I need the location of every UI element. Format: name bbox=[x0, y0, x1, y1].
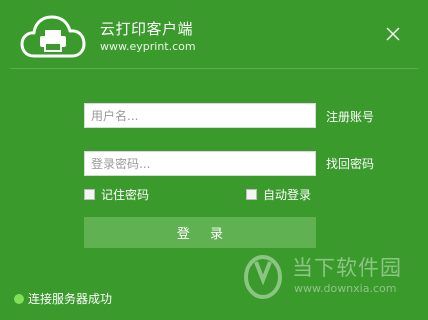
auto-login-checkbox[interactable]: 自动登录 bbox=[246, 186, 311, 203]
login-button[interactable]: 登 录 bbox=[84, 217, 316, 248]
close-icon[interactable] bbox=[386, 27, 400, 41]
watermark-logo-icon bbox=[244, 255, 282, 299]
register-link[interactable]: 注册账号 bbox=[326, 108, 374, 125]
connection-status: 连接服务器成功 bbox=[14, 290, 112, 307]
status-indicator-icon bbox=[14, 293, 24, 304]
username-input[interactable] bbox=[84, 103, 316, 128]
remember-password-checkbox[interactable]: 记住密码 bbox=[84, 186, 149, 203]
cloud-printer-icon bbox=[20, 15, 86, 58]
remember-checkbox-box[interactable] bbox=[84, 189, 95, 200]
app-title: 云打印客户端 bbox=[100, 20, 194, 38]
header-divider bbox=[10, 68, 418, 69]
app-url: www.eyprint.com bbox=[100, 40, 196, 53]
remember-label: 记住密码 bbox=[101, 188, 150, 202]
auto-login-label: 自动登录 bbox=[263, 188, 312, 202]
status-text: 连接服务器成功 bbox=[28, 292, 113, 306]
watermark: 当下软件园 www.downxia.com bbox=[238, 246, 418, 306]
auto-login-checkbox-box[interactable] bbox=[246, 189, 257, 200]
password-input[interactable] bbox=[84, 151, 316, 176]
forgot-password-link[interactable]: 找回密码 bbox=[326, 155, 374, 172]
watermark-url: www.downxia.com bbox=[294, 282, 397, 295]
watermark-title: 当下软件园 bbox=[292, 256, 402, 280]
